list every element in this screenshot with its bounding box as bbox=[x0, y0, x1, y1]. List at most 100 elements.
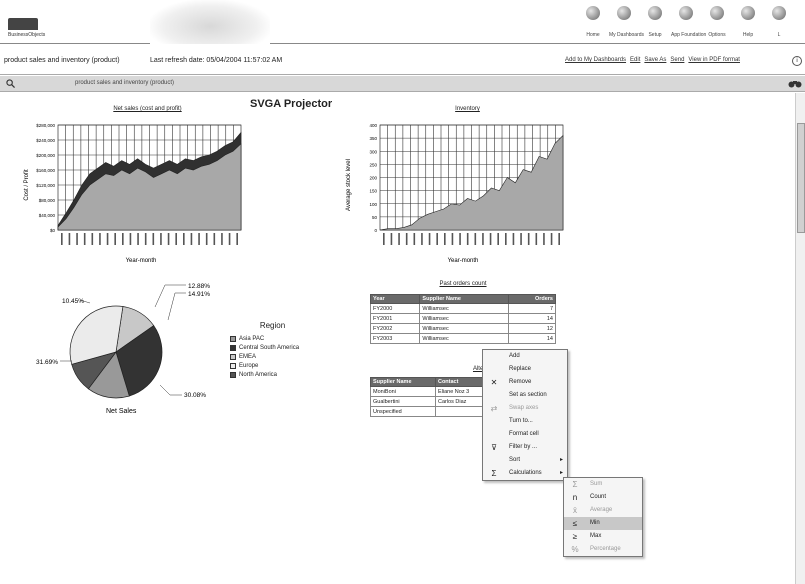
view-pdf-link[interactable]: View in PDF format bbox=[688, 57, 740, 63]
menu-item-label: Calculations bbox=[509, 470, 542, 476]
nav-options[interactable]: Options bbox=[702, 6, 732, 38]
setup-icon bbox=[648, 6, 662, 20]
table-row[interactable]: FY2002 Williamsec 12 bbox=[369, 323, 556, 334]
table-cell[interactable]: 14 bbox=[508, 313, 556, 324]
nav-dashboards[interactable]: My Dashboards bbox=[609, 6, 644, 38]
x-tick-label bbox=[428, 233, 431, 245]
send-link[interactable]: Send bbox=[670, 57, 684, 63]
max-icon: ≥ bbox=[572, 532, 578, 541]
nav-app-foundation[interactable]: App Foundation bbox=[671, 6, 706, 38]
table-row[interactable]: MoniBoni Eliane Noz 3 bbox=[370, 386, 491, 397]
table-row[interactable]: FY2000 Williamsec 7 bbox=[369, 303, 556, 314]
binoculars-icon[interactable] bbox=[788, 79, 802, 88]
menu-item-swap-axes[interactable]: ⇄ Swap axes bbox=[483, 402, 567, 415]
table-cell[interactable]: 14 bbox=[508, 333, 556, 344]
x-tick-label bbox=[451, 233, 454, 245]
search-icon[interactable] bbox=[6, 79, 15, 88]
table-cell[interactable]: FY2002 bbox=[369, 323, 421, 334]
edit-link[interactable]: Edit bbox=[630, 57, 640, 63]
nav-logout[interactable]: L bbox=[764, 6, 794, 38]
net-sales-chart-title[interactable]: Net sales (cost and profit) bbox=[55, 106, 240, 112]
x-tick-label bbox=[405, 233, 408, 245]
table-cell[interactable]: 12 bbox=[508, 323, 556, 334]
context-menu: Add Replace ✕ Remove Set as section ⇄ Swap axe… bbox=[482, 349, 568, 481]
help-icon bbox=[741, 6, 755, 20]
pie-leader-line bbox=[167, 292, 186, 321]
column-header[interactable]: Supplier Name bbox=[370, 377, 436, 387]
past-orders-table: Year Supplier Name Orders FY2000 Williamsec… bbox=[369, 294, 556, 344]
column-header[interactable]: Year bbox=[369, 294, 421, 304]
pie-caption: Net Sales bbox=[106, 408, 137, 415]
x-tick-label bbox=[175, 233, 177, 245]
column-header[interactable]: Orders bbox=[508, 294, 556, 304]
table-row[interactable]: FY2001 Williamsec 14 bbox=[369, 313, 556, 324]
menu-item-sum[interactable]: Σ Sum bbox=[564, 478, 642, 491]
table-cell[interactable]: 7 bbox=[508, 303, 556, 314]
legend-item: North America bbox=[230, 370, 315, 379]
menu-item-max[interactable]: ≥ Max bbox=[564, 530, 642, 543]
net-sales-chart: $280,000 $240,000 $200,000 $160,000 $120,000… bbox=[24, 123, 242, 264]
menu-item-add[interactable]: Add bbox=[483, 350, 567, 363]
vertical-scrollbar[interactable] bbox=[795, 93, 805, 584]
table-cell[interactable]: Williamsec bbox=[419, 313, 510, 324]
x-tick-label bbox=[390, 233, 393, 245]
x-tick-label bbox=[512, 233, 515, 245]
table-cell[interactable]: FY2001 bbox=[369, 313, 421, 324]
x-tick-label bbox=[466, 233, 469, 245]
dashboards-icon bbox=[617, 6, 631, 20]
menu-item-count[interactable]: n Count bbox=[564, 491, 642, 504]
table-row[interactable]: Unspecified bbox=[370, 406, 491, 417]
table-row[interactable]: Gualbertini Carlos Diaz bbox=[370, 396, 491, 407]
menu-item-sort[interactable]: Sort ▸ bbox=[483, 454, 567, 467]
inventory-chart-title[interactable]: Inventory bbox=[375, 106, 560, 112]
legend-swatch bbox=[230, 335, 236, 342]
save-as-link[interactable]: Save As bbox=[644, 57, 666, 63]
nav-setup[interactable]: Setup bbox=[640, 6, 670, 38]
filter-icon: ⊽ bbox=[491, 443, 497, 452]
menu-item-calculations[interactable]: Σ Calculations ▸ bbox=[483, 467, 567, 480]
menu-item-turn-to[interactable]: Turn to... bbox=[483, 415, 567, 428]
menu-item-replace[interactable]: Replace bbox=[483, 363, 567, 376]
table-cell[interactable]: Williamsec bbox=[419, 303, 510, 314]
pie-label-12-88: 12.88% bbox=[188, 283, 210, 290]
table-row[interactable]: FY2003 Williamsec 14 bbox=[369, 333, 556, 344]
x-tick-label bbox=[205, 233, 208, 245]
menu-item-remove[interactable]: ✕ Remove bbox=[483, 376, 567, 389]
add-to-dashboards-link[interactable]: Add to My Dashboards bbox=[565, 57, 626, 63]
menu-item-average[interactable]: x̄ Average bbox=[564, 504, 642, 517]
nav-help[interactable]: Help bbox=[733, 6, 763, 38]
table-cell[interactable]: MoniBoni bbox=[370, 386, 436, 397]
nav-home[interactable]: Home bbox=[578, 6, 608, 38]
past-orders-title[interactable]: Past orders count bbox=[370, 281, 556, 287]
info-icon[interactable]: i bbox=[792, 56, 802, 66]
legend-swatch bbox=[230, 362, 236, 369]
table-cell[interactable]: Unspecified bbox=[370, 406, 436, 417]
menu-item-label: Min bbox=[590, 520, 600, 526]
table-cell[interactable]: FY2000 bbox=[369, 303, 421, 314]
y-tick-label: 250 bbox=[369, 162, 377, 167]
menu-item-label: Add bbox=[509, 353, 520, 359]
legend-label: Central South America bbox=[239, 344, 300, 351]
table-cell[interactable]: Gualbertini bbox=[370, 396, 436, 407]
banner-globe-art bbox=[150, 0, 270, 44]
menu-item-filter-by[interactable]: ⊽ Filter by ... bbox=[483, 441, 567, 454]
menu-item-percentage[interactable]: % Percentage bbox=[564, 543, 642, 556]
menu-item-label: Remove bbox=[509, 379, 532, 385]
scrollbar-thumb[interactable] bbox=[797, 123, 805, 233]
y-tick-label: $280,000 bbox=[36, 123, 55, 128]
menu-item-min[interactable]: ≤ Min bbox=[564, 517, 642, 530]
x-tick-label bbox=[190, 233, 193, 245]
menu-item-set-as-section[interactable]: Set as section bbox=[483, 389, 567, 402]
x-tick-label bbox=[421, 233, 423, 245]
table-cell[interactable]: FY2003 bbox=[369, 333, 421, 344]
x-tick-label bbox=[543, 233, 545, 245]
column-header[interactable]: Supplier Name bbox=[419, 294, 510, 304]
table-cell[interactable]: Williamsec bbox=[419, 323, 510, 334]
x-tick-label bbox=[383, 233, 385, 245]
menu-item-format-cell[interactable]: Format cell bbox=[483, 428, 567, 441]
pie-label-14-91: 14.91% bbox=[188, 291, 210, 298]
remove-icon: ✕ bbox=[490, 378, 498, 387]
table-cell[interactable]: Williamsec bbox=[419, 333, 510, 344]
x-tick-label bbox=[198, 233, 200, 245]
menu-item-label: Replace bbox=[509, 366, 532, 372]
